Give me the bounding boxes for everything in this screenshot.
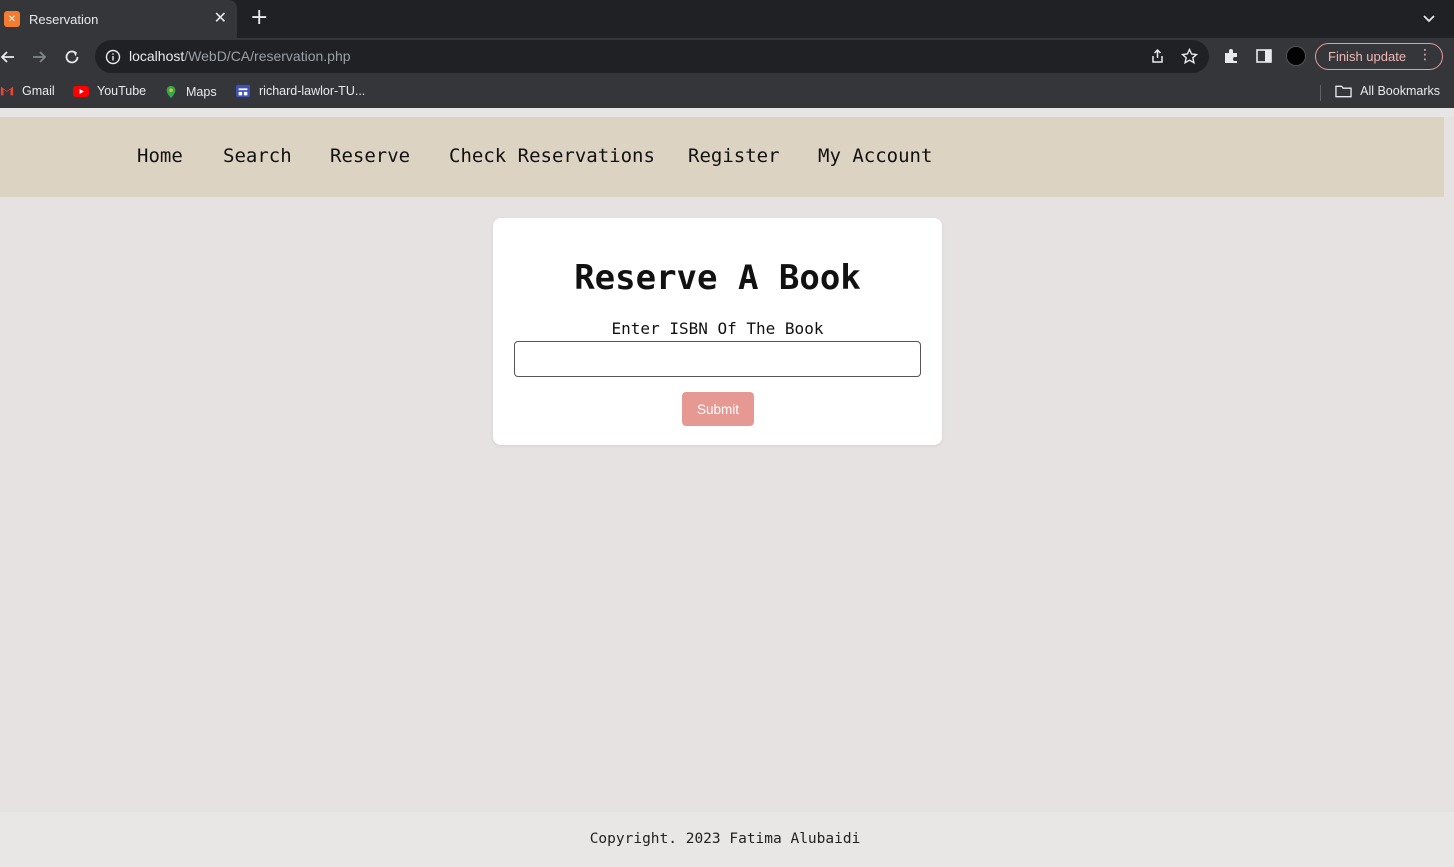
isbn-input[interactable] [514,341,921,377]
all-bookmarks-button[interactable]: All Bookmarks [1335,84,1440,98]
copyright-text: Copyright. 2023 Fatima Alubaidi [589,831,861,847]
bookmark-richard-lawlor[interactable]: richard-lawlor-TU... [235,84,365,98]
submit-button[interactable]: Submit [682,392,754,426]
isbn-label: Enter ISBN Of The Book [611,319,824,338]
bookmark-label: YouTube [97,84,147,98]
xampp-icon: ✕ [4,11,20,27]
finish-update-button[interactable]: Finish update ⋮ [1315,43,1443,70]
url-text[interactable]: localhost/WebD/CA/reservation.php [129,48,351,64]
bookmark-label: richard-lawlor-TU... [259,84,366,98]
bookmarks-divider [1320,85,1321,101]
share-icon[interactable] [1149,48,1166,65]
nav-search[interactable]: Search [223,145,292,167]
url-host: localhost [129,48,185,64]
web-page: Home Search Reserve Check Reservations R… [0,108,1454,867]
nav-check-reservations[interactable]: Check Reservations [449,145,655,167]
maps-icon [166,85,176,99]
nav-register[interactable]: Register [688,145,780,167]
site-info-icon[interactable] [105,49,121,65]
bookmarks-bar: Gmail YouTube Maps richard-lawlor-TU... … [0,76,1454,108]
close-tab-icon[interactable]: ✕ [214,10,227,26]
address-bar[interactable]: localhost/WebD/CA/reservation.php [95,40,1209,73]
url-path: /WebD/CA/reservation.php [184,48,351,64]
youtube-icon [73,86,89,97]
back-icon[interactable] [0,47,18,67]
tab-search-chevron-icon[interactable] [1422,12,1436,26]
top-strip [0,108,1454,117]
bookmark-label: Gmail [22,84,55,98]
board-icon [236,84,250,98]
side-panel-icon[interactable] [1255,47,1273,65]
nav-reserve[interactable]: Reserve [330,145,410,167]
bookmark-youtube[interactable]: YouTube [73,84,146,98]
bookmark-gmail[interactable]: Gmail [0,84,55,98]
bookmark-maps[interactable]: Maps [164,84,217,100]
forward-icon[interactable] [29,47,49,67]
more-menu-icon[interactable]: ⋮ [1418,47,1432,63]
site-footer: Copyright. 2023 Fatima Alubaidi [0,812,1454,867]
form-title: Reserve A Book [574,258,861,298]
browser-tab-bar: ✕ Reservation ✕ + [0,0,1454,38]
gmail-icon [0,86,14,96]
nav-home[interactable]: Home [137,145,183,167]
browser-tab[interactable]: ✕ Reservation ✕ [0,0,237,38]
reload-icon[interactable] [62,47,82,67]
all-bookmarks-label: All Bookmarks [1360,84,1440,98]
new-tab-icon[interactable]: + [250,7,268,29]
bookmark-label: Maps [186,85,217,99]
reserve-form-card: Reserve A Book Enter ISBN Of The Book Su… [493,218,942,445]
finish-update-label: Finish update [1328,49,1407,64]
bookmark-star-icon[interactable] [1181,48,1198,65]
profile-avatar[interactable] [1286,46,1306,66]
folder-icon [1335,85,1352,98]
nav-my-account[interactable]: My Account [818,145,932,167]
extensions-icon[interactable] [1222,47,1240,65]
site-navbar: Home Search Reserve Check Reservations R… [0,117,1444,197]
tab-title: Reservation [29,11,99,27]
